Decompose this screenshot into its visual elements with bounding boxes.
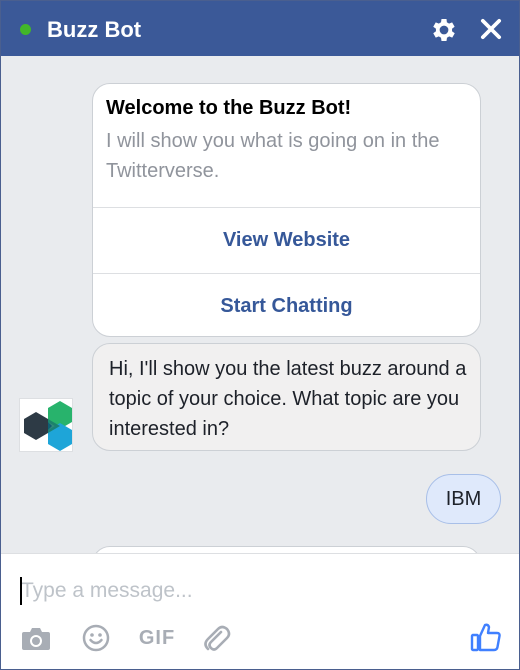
user-message-text: IBM: [445, 487, 482, 510]
chat-title[interactable]: Buzz Bot: [47, 17, 141, 43]
camera-icon: [22, 628, 50, 650]
chat-header[interactable]: Buzz Bot: [1, 1, 519, 56]
welcome-card-title: Welcome to the Buzz Bot!: [106, 97, 352, 119]
welcome-card: Welcome to the Buzz Bot! I will show you…: [92, 83, 481, 337]
message-list[interactable]: Welcome to the Buzz Bot! I will show you…: [1, 56, 519, 553]
camera-button[interactable]: [21, 623, 51, 653]
chat-window: Buzz Bot Welcome to the Buzz Bot! I will…: [0, 0, 520, 670]
emoji-button[interactable]: [81, 623, 111, 653]
message-input[interactable]: [19, 576, 461, 606]
paperclip-icon: [204, 625, 231, 651]
user-message-bubble: IBM: [426, 474, 501, 524]
view-website-button[interactable]: View Website: [93, 207, 480, 273]
online-status-icon: [20, 24, 31, 35]
welcome-card-subtitle: I will show you what is going on in the …: [106, 130, 440, 182]
text-caret: [20, 577, 22, 605]
like-button[interactable]: [469, 620, 503, 654]
bot-message-bubble: Hi, I'll show you the latest buzz around…: [92, 343, 481, 451]
close-icon[interactable]: [477, 15, 505, 43]
avatar[interactable]: [19, 398, 73, 452]
thumbs-up-icon: [470, 623, 501, 652]
gif-button[interactable]: GIF: [138, 623, 176, 653]
next-message-bubble: [92, 546, 481, 553]
gear-icon[interactable]: [429, 15, 459, 45]
attach-button[interactable]: [201, 623, 231, 653]
start-chatting-button[interactable]: Start Chatting: [93, 273, 480, 336]
bot-message-text: Hi, I'll show you the latest buzz around…: [109, 358, 467, 440]
emoji-icon: [82, 624, 110, 652]
message-composer: GIF: [1, 553, 519, 669]
hexagon-logo-icon: [24, 401, 72, 451]
